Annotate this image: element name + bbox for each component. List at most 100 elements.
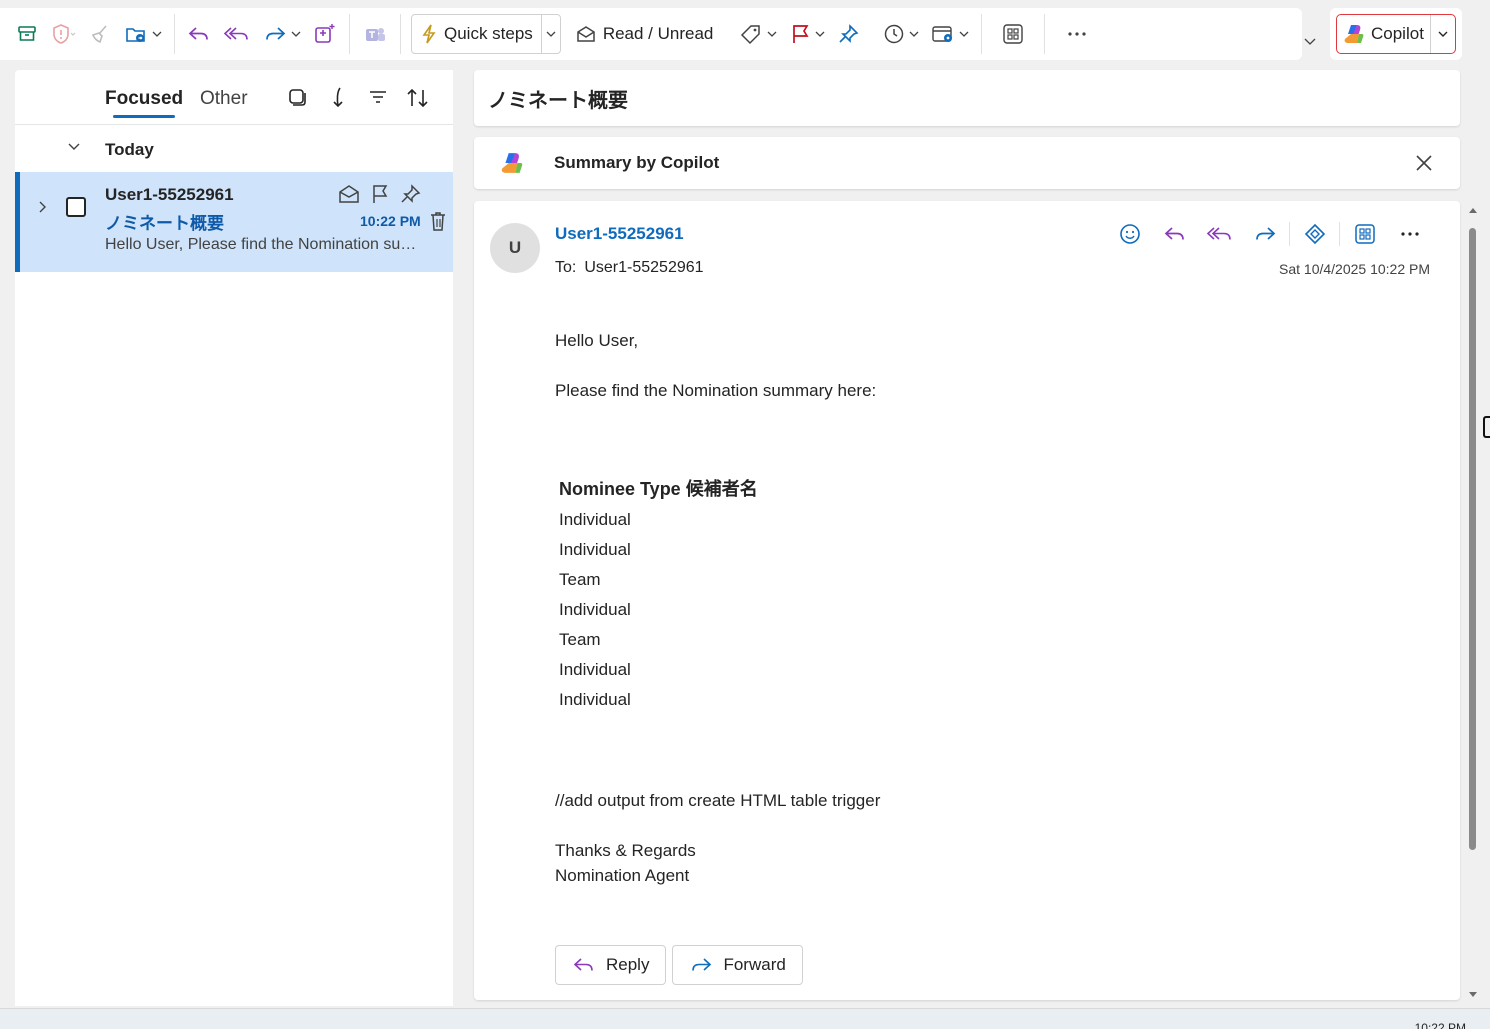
- toolbar-divider: [400, 14, 401, 54]
- quick-steps-label: Quick steps: [444, 24, 533, 43]
- copilot-icon: [500, 151, 524, 175]
- actions-divider: [1289, 222, 1290, 246]
- mark-read-button[interactable]: [338, 184, 360, 204]
- loop-icon: [1303, 223, 1327, 245]
- flag-button[interactable]: [783, 16, 831, 52]
- archive-button[interactable]: [10, 16, 44, 52]
- teams-button[interactable]: [356, 16, 394, 52]
- scroll-thumb[interactable]: [1469, 228, 1476, 850]
- reply-button[interactable]: [181, 16, 217, 52]
- forward-footer-button[interactable]: Forward: [672, 945, 803, 985]
- read-unread-button[interactable]: Read / Unread: [569, 16, 720, 52]
- close-summary-button[interactable]: [1414, 153, 1434, 173]
- chevron-down-icon: [291, 30, 301, 38]
- table-row: Individual: [559, 510, 631, 529]
- sweep-button[interactable]: [82, 16, 118, 52]
- scroll-up-arrow[interactable]: [1469, 208, 1477, 213]
- taskbar-clock: 10:22 PM: [1414, 1021, 1466, 1029]
- tab-other[interactable]: Other: [200, 88, 248, 110]
- chevron-down-icon: [959, 30, 969, 38]
- chevron-down-icon: [546, 30, 556, 38]
- read-unread-label: Read / Unread: [602, 24, 714, 43]
- more-options-button[interactable]: [1061, 16, 1093, 52]
- copilot-button[interactable]: Copilot: [1336, 14, 1456, 54]
- pin-icon: [400, 184, 422, 204]
- emoji-icon: [1119, 223, 1141, 245]
- forward-icon: [1253, 223, 1277, 245]
- reply-footer-button[interactable]: Reply: [555, 945, 667, 985]
- flag-item-button[interactable]: [370, 184, 390, 204]
- reply-label: Reply: [606, 955, 650, 974]
- archive-icon: [16, 23, 38, 45]
- table-row: Individual: [559, 600, 631, 619]
- expand-thread-button[interactable]: [38, 200, 48, 214]
- toolbar-divider: [981, 14, 983, 54]
- reply-icon: [187, 23, 211, 45]
- group-header-today[interactable]: Today: [15, 126, 453, 172]
- pin-button[interactable]: [831, 16, 867, 52]
- delete-item-button[interactable]: [428, 210, 448, 232]
- tab-focused[interactable]: Focused: [105, 88, 183, 118]
- more-icon: [1400, 231, 1420, 237]
- table-row: Team: [559, 570, 601, 589]
- jump-to-icon[interactable]: [329, 86, 347, 110]
- add-to-loop-button[interactable]: [307, 16, 343, 52]
- teams-icon: [362, 23, 388, 45]
- scroll-down-arrow[interactable]: [1469, 992, 1477, 997]
- rules-button[interactable]: [925, 16, 975, 52]
- react-button[interactable]: [1107, 219, 1152, 249]
- item-sender: User1-55252961: [105, 185, 234, 204]
- sender-name[interactable]: User1-55252961: [555, 224, 684, 244]
- copilot-summary-bar[interactable]: Summary by Copilot: [474, 137, 1460, 189]
- more-actions-button[interactable]: [1387, 219, 1432, 249]
- copilot-label: Copilot: [1371, 24, 1424, 43]
- rules-icon: [931, 23, 955, 45]
- pin-item-button[interactable]: [400, 184, 422, 204]
- filter-icon[interactable]: [367, 86, 389, 108]
- report-icon: [50, 23, 76, 45]
- select-mode-icon[interactable]: [287, 86, 307, 108]
- forward-button[interactable]: [257, 16, 307, 52]
- move-to-button[interactable]: [118, 16, 168, 52]
- quick-steps-button[interactable]: Quick steps: [411, 14, 561, 54]
- resize-handle[interactable]: [1483, 416, 1490, 438]
- copilot-dropdown[interactable]: [1431, 30, 1455, 38]
- table-row: Individual: [559, 690, 631, 709]
- forward-icon: [263, 23, 287, 45]
- apps-button[interactable]: [996, 16, 1030, 52]
- categorize-button[interactable]: [733, 16, 783, 52]
- apps-icon: [1002, 23, 1024, 45]
- quick-steps-dropdown[interactable]: [542, 15, 560, 53]
- chevron-down-icon: [1438, 30, 1448, 38]
- mail-list-item[interactable]: User1-55252961 ノミネート概要 10:22 PM Hello Us…: [15, 172, 453, 272]
- body-greeting: Hello User,: [555, 331, 639, 350]
- move-to-icon: [124, 23, 148, 45]
- recipient-name[interactable]: User1-55252961: [584, 259, 703, 276]
- select-checkbox[interactable]: [66, 197, 86, 217]
- close-icon: [1414, 153, 1434, 173]
- snooze-button[interactable]: [877, 16, 925, 52]
- toolbar-expand-button[interactable]: [1303, 36, 1317, 46]
- summary-label: Summary by Copilot: [554, 153, 720, 172]
- body-note: //add output from create HTML table trig…: [555, 791, 881, 810]
- reading-pane-scrollbar[interactable]: [1464, 202, 1482, 1002]
- pin-icon: [837, 23, 861, 45]
- item-time: 10:22 PM: [360, 213, 421, 229]
- chevron-down-icon: [67, 142, 81, 152]
- tag-icon: [739, 23, 763, 45]
- flag-icon: [370, 184, 390, 204]
- report-button[interactable]: [44, 16, 82, 52]
- forward-button[interactable]: [1242, 219, 1287, 249]
- copilot-container: Copilot: [1330, 8, 1462, 60]
- apps-button[interactable]: [1342, 219, 1387, 249]
- reply-button[interactable]: [1152, 219, 1197, 249]
- loop-button[interactable]: [1292, 219, 1337, 249]
- reply-icon: [1163, 223, 1187, 245]
- avatar[interactable]: U: [490, 223, 540, 273]
- command-toolbar: Quick steps Read / Unread: [0, 8, 1302, 60]
- reply-all-button[interactable]: [1197, 219, 1242, 249]
- table-row: Individual: [559, 540, 631, 559]
- reply-all-button[interactable]: [217, 16, 257, 52]
- add-to-loop-icon: [313, 22, 337, 46]
- sort-icon[interactable]: [405, 86, 431, 110]
